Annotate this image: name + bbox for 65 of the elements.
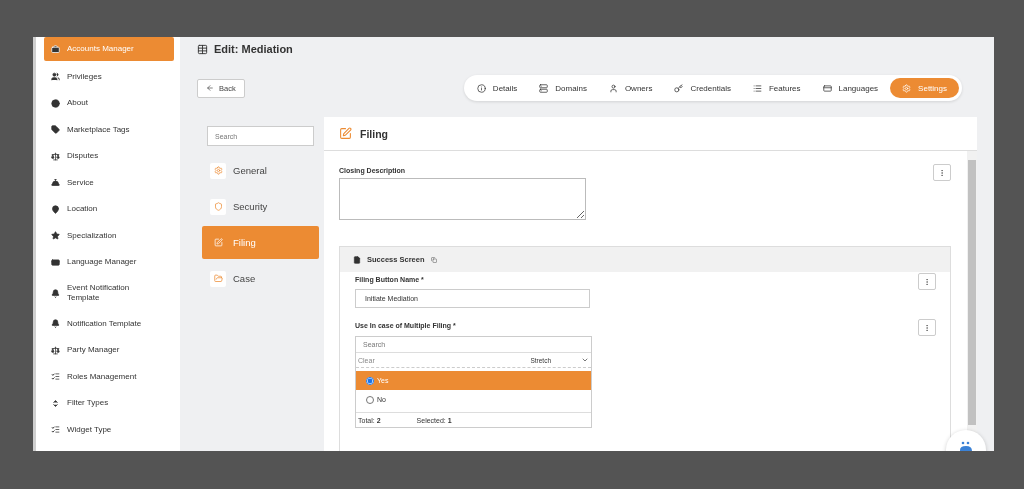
more-icon <box>938 168 946 177</box>
up-down-icon <box>51 398 60 408</box>
card-icon <box>822 83 832 93</box>
more-icon <box>923 277 931 286</box>
sidebar-item[interactable]: Widget Type <box>44 416 174 443</box>
settings-nav-item[interactable]: General <box>202 154 319 187</box>
more-button[interactable] <box>918 273 936 290</box>
table-icon <box>197 43 208 55</box>
sidebar-item[interactable]: Roles Management <box>44 363 174 390</box>
pin-icon <box>51 204 60 214</box>
bell-icon <box>51 288 60 298</box>
shield-icon <box>213 202 223 211</box>
settings-icon <box>902 83 912 93</box>
sidebar-item[interactable]: About <box>44 90 174 117</box>
bell-icon <box>51 319 60 329</box>
edit-icon <box>213 238 223 247</box>
tab[interactable]: Credentials <box>664 78 741 98</box>
sidebar-item[interactable]: Party Manager <box>44 337 174 364</box>
tab[interactable]: Features <box>742 78 811 98</box>
sidebar-item[interactable]: Service <box>44 169 174 196</box>
users-icon <box>51 72 60 82</box>
more-button[interactable] <box>933 164 951 181</box>
edit-icon <box>339 127 352 140</box>
checklist-icon <box>51 425 60 435</box>
arrow-left-icon <box>206 84 214 92</box>
sidebar-item[interactable]: Marketplace Tags <box>44 116 174 143</box>
chevron-down-icon[interactable] <box>581 356 589 364</box>
radio-button[interactable] <box>366 376 374 385</box>
settings-nav-item[interactable]: Security <box>202 190 319 223</box>
more-button[interactable] <box>918 319 936 336</box>
sidebar-item[interactable]: Language Manager <box>44 249 174 276</box>
scale-icon <box>51 345 60 355</box>
sidebar-item[interactable]: Event Notification Template <box>44 275 174 311</box>
closing-description-field[interactable] <box>339 178 586 220</box>
tab[interactable]: Languages <box>812 78 889 98</box>
briefcase-icon <box>51 44 60 54</box>
page-title: Edit: Mediation <box>214 43 293 55</box>
key-icon <box>674 83 684 93</box>
sidebar-item[interactable]: Specialization <box>44 222 174 249</box>
tab[interactable]: Domains <box>529 78 597 98</box>
settings-nav-item[interactable]: Case <box>202 262 319 295</box>
settings-icon <box>213 166 223 175</box>
sidebar-item[interactable]: Location <box>44 196 174 223</box>
copy-icon <box>430 256 437 263</box>
sidebar-item[interactable]: Filter Types <box>44 390 174 417</box>
server-icon <box>539 83 549 93</box>
panel-title: Filing <box>360 127 388 140</box>
sidebar-item[interactable]: Privileges <box>44 63 174 90</box>
scrollbar-thumb[interactable] <box>968 160 976 425</box>
folder-icon <box>213 274 223 283</box>
tab[interactable]: Details <box>466 78 528 98</box>
tab[interactable]: Owners <box>598 78 663 98</box>
sidebar-item[interactable]: Notification Template <box>44 310 174 337</box>
bell-dome-icon <box>51 178 60 188</box>
document-icon <box>353 255 361 264</box>
more-icon <box>923 323 931 332</box>
user-icon <box>608 83 618 93</box>
tag-icon <box>51 125 60 135</box>
sidebar-item[interactable]: Disputes <box>44 143 174 170</box>
star-icon <box>51 231 60 241</box>
card-icon <box>51 257 60 267</box>
scale-icon <box>51 151 60 161</box>
radio-button[interactable] <box>366 395 374 404</box>
list-icon <box>752 83 762 93</box>
checklist-icon <box>51 372 60 382</box>
